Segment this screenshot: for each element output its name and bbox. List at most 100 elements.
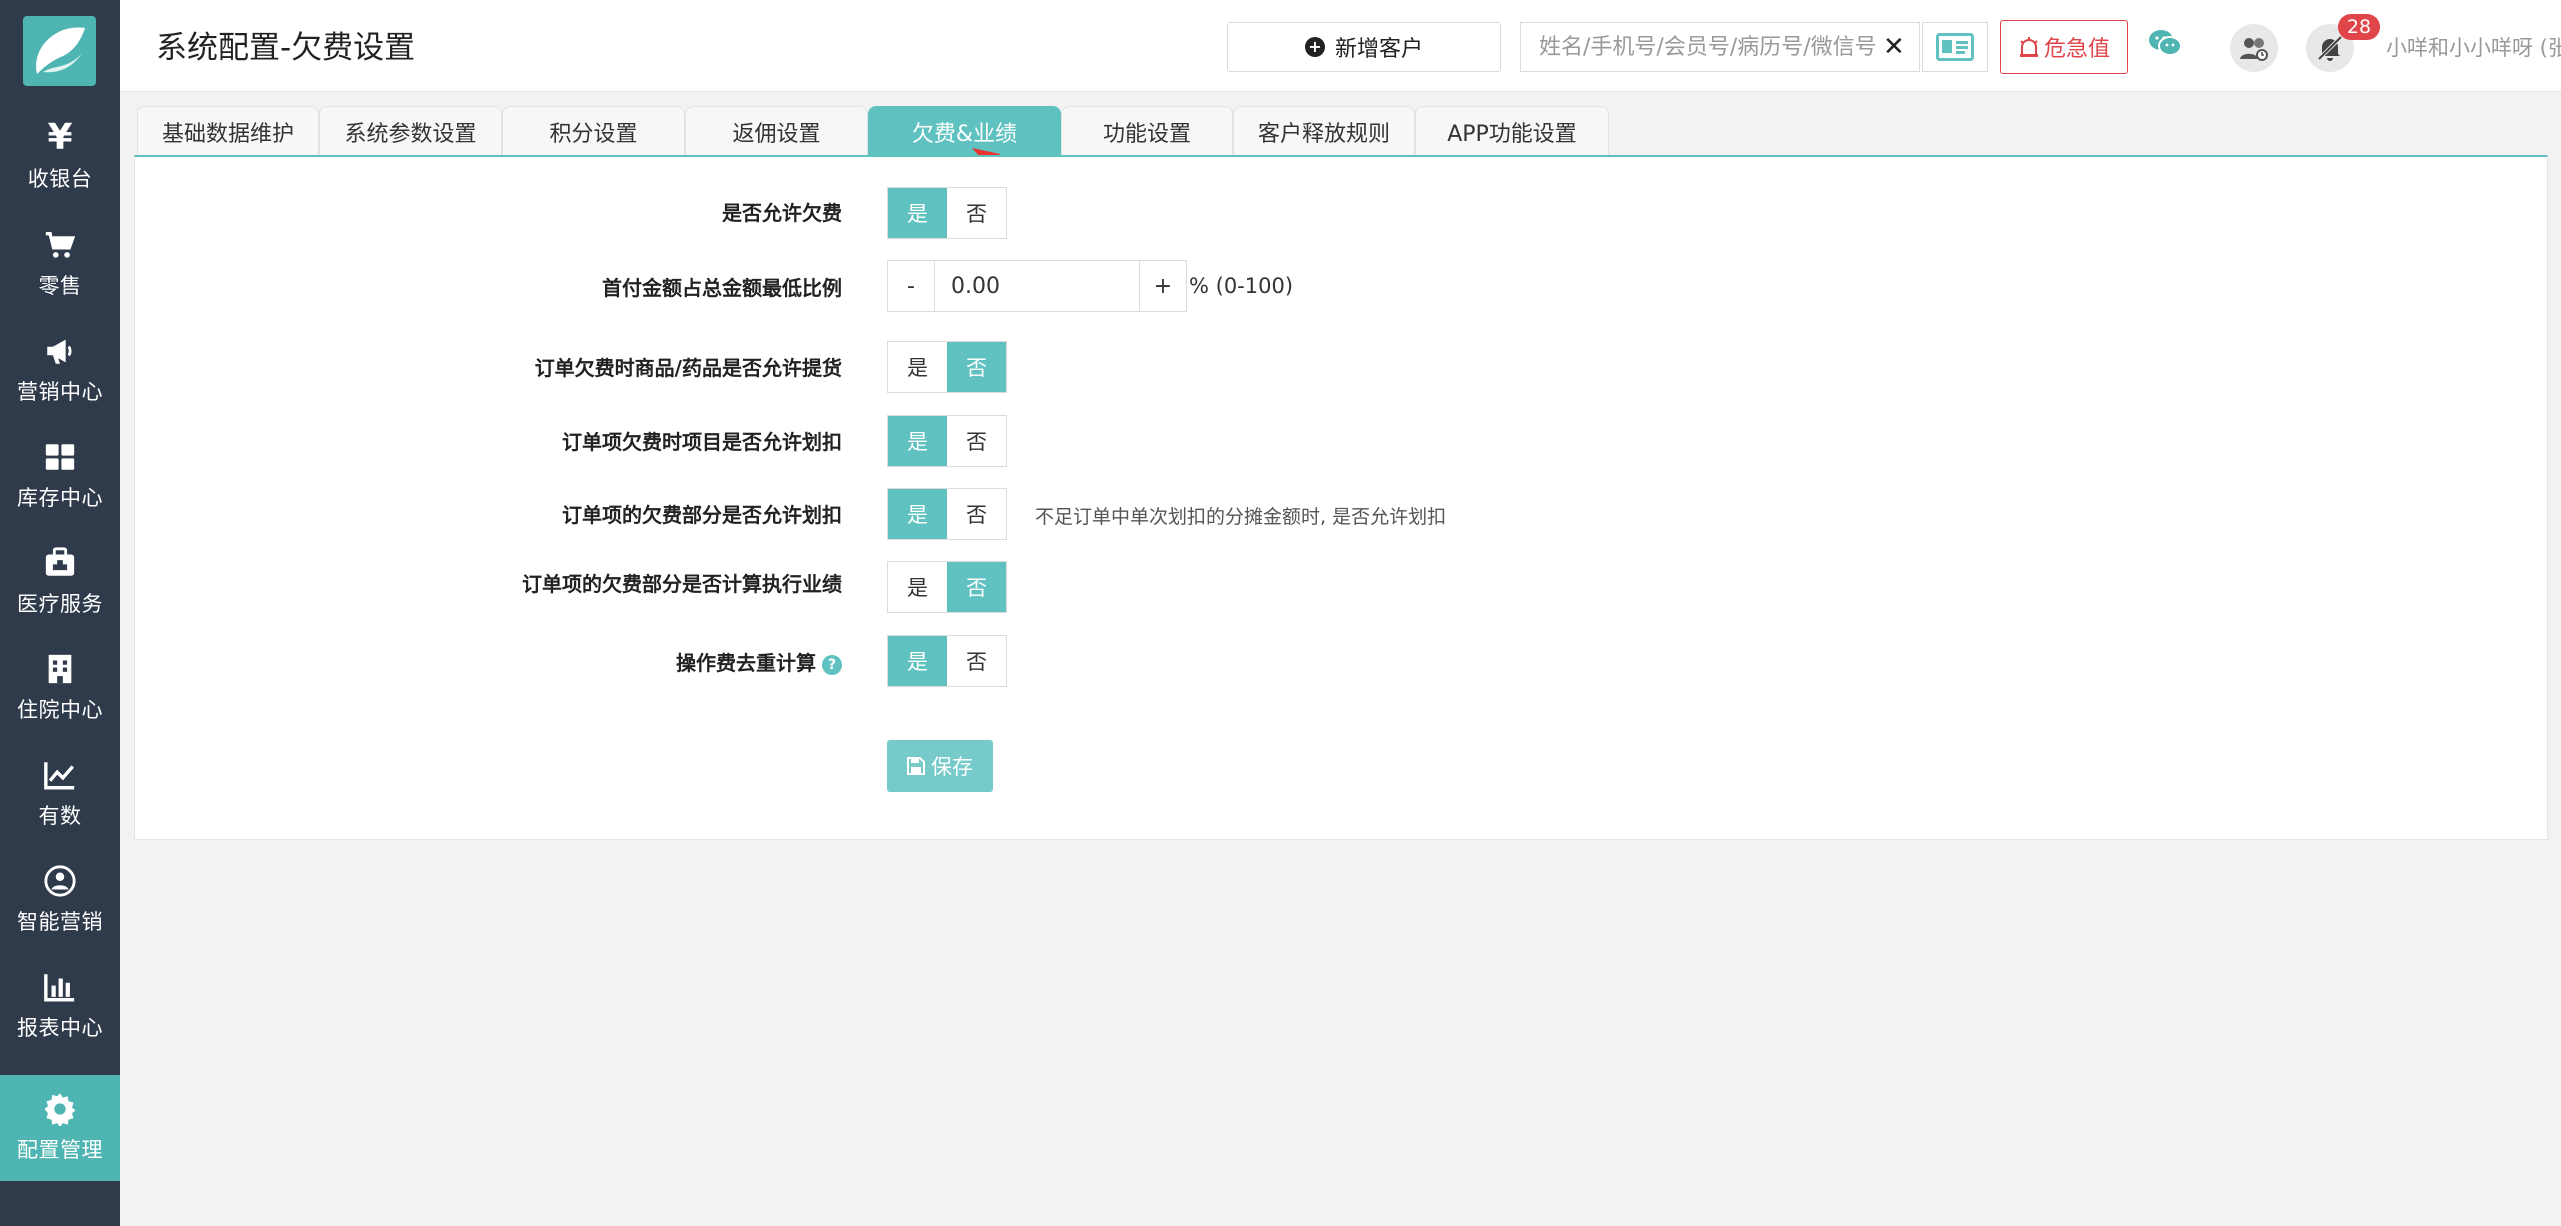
- allow-pickup-toggle: 是 否: [887, 341, 1007, 393]
- tab-label: 返佣设置: [732, 121, 821, 147]
- yes-option[interactable]: 是: [888, 489, 947, 539]
- sidebar-item-inventory[interactable]: 库存中心: [0, 423, 120, 529]
- smart-marketing-icon: [44, 865, 76, 897]
- close-icon[interactable]: ✕: [1883, 33, 1905, 61]
- sidebar-item-medical[interactable]: 医疗服务: [0, 529, 120, 635]
- hospital-icon: [48, 654, 72, 684]
- no-option[interactable]: 否: [947, 188, 1006, 238]
- sidebar-item-label: 住院中心: [17, 698, 103, 722]
- gear-icon: [44, 1093, 76, 1126]
- app-logo[interactable]: [23, 16, 96, 86]
- id-card-button[interactable]: [1922, 22, 1988, 72]
- decrement-button[interactable]: -: [888, 261, 934, 311]
- sidebar-item-label: 库存中心: [17, 486, 103, 510]
- increment-button[interactable]: +: [1140, 261, 1186, 311]
- sidebar-item-label: 智能营销: [17, 910, 103, 934]
- field-label: 订单项欠费时项目是否允许划扣: [562, 430, 842, 454]
- tab-commission[interactable]: 返佣设置: [685, 106, 868, 156]
- allow-deduct-project-toggle: 是 否: [887, 415, 1007, 467]
- field-label-text: 操作费去重计算: [676, 651, 816, 675]
- help-icon[interactable]: ?: [822, 655, 842, 675]
- line-chart-icon: [44, 762, 75, 790]
- tab-label: 积分设置: [549, 121, 638, 147]
- field-label: 订单项的欠费部分是否计算执行业绩: [522, 572, 842, 596]
- no-option[interactable]: 否: [947, 342, 1006, 392]
- sidebar-item-label: 报表中心: [17, 1016, 103, 1040]
- tab-points[interactable]: 积分设置: [502, 106, 685, 156]
- percent-unit: % (0-100): [1189, 274, 1294, 298]
- tab-label: 基础数据维护: [161, 121, 294, 147]
- yes-option[interactable]: 是: [888, 562, 947, 612]
- bar-chart-icon: [44, 974, 75, 1002]
- megaphone-icon: [47, 339, 72, 364]
- yes-option[interactable]: 是: [888, 342, 947, 392]
- tab-customer-release[interactable]: 客户释放规则: [1233, 106, 1415, 156]
- add-customer-label: 新增客户: [1334, 37, 1423, 62]
- floppy-icon: [907, 757, 925, 775]
- sidebar: ¥ 收银台 零售 营销中心 库存中心 医疗服务 住院中心 有数 智能营销 报表中…: [0, 0, 120, 1226]
- grid-icon: [45, 444, 75, 470]
- id-card-icon: [1936, 33, 1974, 61]
- sidebar-item-marketing[interactable]: 营销中心: [0, 317, 120, 423]
- tab-basic-data[interactable]: 基础数据维护: [137, 106, 319, 156]
- sidebar-item-smart-marketing[interactable]: 智能营销: [0, 847, 120, 953]
- medkit-icon: [45, 547, 75, 576]
- customer-search: ✕: [1520, 22, 1920, 72]
- field-label: 是否允许欠费: [722, 201, 842, 225]
- team-icon[interactable]: [2230, 24, 2278, 72]
- sidebar-item-label: 医疗服务: [17, 592, 103, 616]
- sidebar-item-label: 配置管理: [17, 1138, 103, 1162]
- customer-search-input[interactable]: [1521, 23, 1876, 71]
- field-label: 订单欠费时商品/药品是否允许提货: [534, 356, 842, 380]
- no-option[interactable]: 否: [947, 636, 1006, 686]
- sidebar-item-retail[interactable]: 零售: [0, 211, 120, 317]
- dedupe-operation-fee-toggle: 是 否: [887, 635, 1007, 687]
- top-header: 系统配置-欠费设置 + 新增客户 ✕ 危急值 28 小咩和小小咩呀 (张江门诊部…: [120, 0, 2561, 92]
- yen-icon: ¥: [47, 117, 73, 158]
- notification-badge: 28: [2338, 14, 2380, 40]
- count-performance-toggle: 是 否: [887, 561, 1007, 613]
- add-customer-button[interactable]: + 新增客户: [1227, 22, 1501, 72]
- field-hint: 不足订单中单次划扣的分摊金额时, 是否允许划扣: [1035, 506, 1447, 528]
- sidebar-item-cashier[interactable]: ¥ 收银台: [0, 104, 120, 210]
- allow-arrears-toggle: 是 否: [887, 187, 1007, 239]
- save-label: 保存: [931, 755, 973, 779]
- min-down-payment-stepper: - +: [887, 260, 1187, 312]
- no-option[interactable]: 否: [947, 562, 1006, 612]
- sidebar-item-config[interactable]: 配置管理: [0, 1075, 120, 1181]
- save-button[interactable]: 保存: [887, 740, 993, 792]
- field-label: 操作费去重计算?: [676, 647, 842, 676]
- yes-option[interactable]: 是: [888, 416, 947, 466]
- sidebar-item-label: 零售: [38, 274, 82, 298]
- sidebar-item-reports[interactable]: 报表中心: [0, 953, 120, 1059]
- allow-deduct-arrears-toggle: 是 否: [887, 488, 1007, 540]
- alarm-icon: [2019, 37, 2038, 57]
- tab-label: 客户释放规则: [1257, 121, 1390, 147]
- field-label: 首付金额占总金额最低比例: [602, 276, 842, 300]
- user-menu[interactable]: 小咩和小小咩呀 (张江门诊部) ⌄: [2386, 32, 2561, 62]
- tab-label: 欠费&业绩: [911, 121, 1018, 147]
- sidebar-item-data[interactable]: 有数: [0, 741, 120, 847]
- tab-app-features[interactable]: APP功能设置: [1415, 106, 1609, 156]
- sidebar-item-inpatient[interactable]: 住院中心: [0, 635, 120, 741]
- yes-option[interactable]: 是: [888, 636, 947, 686]
- wechat-icon[interactable]: [2148, 28, 2182, 62]
- sidebar-item-label: 有数: [38, 804, 82, 828]
- no-option[interactable]: 否: [947, 416, 1006, 466]
- tab-system-params[interactable]: 系统参数设置: [319, 106, 502, 156]
- settings-panel: 是否允许欠费 是 否 首付金额占总金额最低比例 - + % (0-100) 订单…: [134, 155, 2548, 840]
- min-down-payment-input[interactable]: [934, 261, 1140, 311]
- critical-value-button[interactable]: 危急值: [2000, 20, 2128, 74]
- no-option[interactable]: 否: [947, 489, 1006, 539]
- tab-label: 系统参数设置: [344, 121, 477, 147]
- tab-label: 功能设置: [1102, 121, 1191, 147]
- tab-label: APP功能设置: [1447, 121, 1577, 147]
- critical-value-label: 危急值: [2043, 37, 2110, 62]
- plus-circle-icon: +: [1304, 37, 1325, 57]
- sidebar-item-label: 营销中心: [17, 380, 103, 404]
- cart-icon: [45, 231, 76, 258]
- page-title: 系统配置-欠费设置: [156, 30, 416, 66]
- field-label: 订单项的欠费部分是否允许划扣: [562, 503, 842, 527]
- user-name: 小咩和小小咩呀 (张江门诊部): [2386, 36, 2561, 60]
- yes-option[interactable]: 是: [888, 188, 947, 238]
